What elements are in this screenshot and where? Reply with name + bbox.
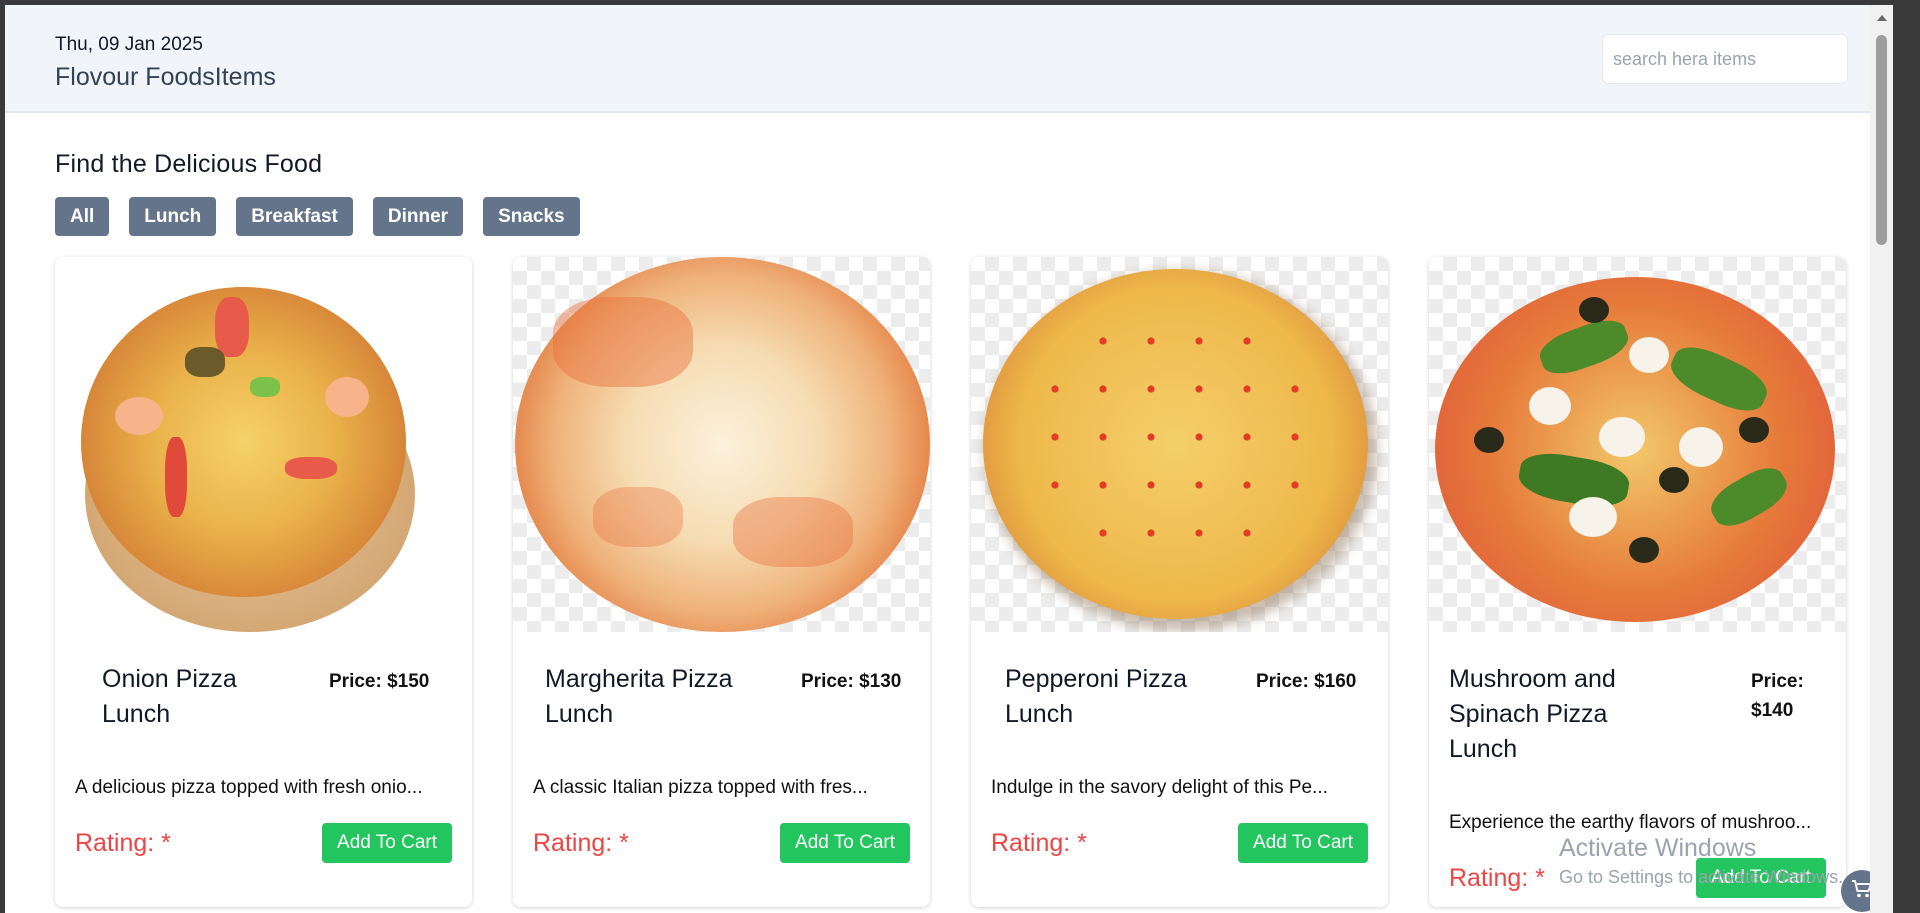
food-image (513, 257, 930, 632)
food-description: Indulge in the savory delight of this Pe… (991, 777, 1328, 798)
add-to-cart-button[interactable]: Add To Cart (780, 823, 910, 863)
browser-window: Thu, 09 Jan 2025 Flovour FoodsItems Find… (5, 5, 1893, 913)
food-rating: Rating: * (533, 829, 629, 857)
filter-all-button[interactable]: All (55, 197, 110, 236)
food-card: Margherita Pizza Lunch Price: $130 A cla… (513, 257, 930, 907)
brand-title: Flovour FoodsItems (55, 63, 276, 91)
food-rating: Rating: * (75, 829, 171, 857)
filter-snacks-button[interactable]: Snacks (483, 197, 580, 236)
filter-breakfast-button[interactable]: Breakfast (236, 197, 353, 236)
main-content: Find the Delicious Food All Lunch Breakf… (55, 150, 1848, 236)
filter-dinner-button[interactable]: Dinner (372, 197, 464, 236)
food-name: Pepperoni Pizza Lunch (1005, 665, 1188, 728)
food-price: Price: $160 (1256, 671, 1357, 692)
food-card-list: Onion Pizza Lunch Price: $150 A deliciou… (55, 257, 1846, 907)
scroll-up-icon[interactable] (1877, 15, 1887, 21)
food-rating: Rating: * (1449, 864, 1545, 892)
food-image (55, 257, 472, 632)
food-image (971, 257, 1388, 632)
current-date: Thu, 09 Jan 2025 (55, 34, 203, 55)
food-name: Mushroom and Spinach Pizza Lunch (1449, 665, 1616, 763)
food-card: Mushroom and Spinach Pizza Lunch Price: … (1429, 257, 1846, 907)
add-to-cart-button[interactable]: Add To Cart (322, 823, 452, 863)
category-filters: All Lunch Breakfast Dinner Snacks (55, 197, 1848, 236)
food-card: Pepperoni Pizza Lunch Price: $160 Indulg… (971, 257, 1388, 907)
vertical-scrollbar[interactable] (1870, 5, 1893, 913)
search-input[interactable] (1602, 34, 1848, 84)
food-price: Price: $150 (329, 671, 430, 692)
food-card: Onion Pizza Lunch Price: $150 A deliciou… (55, 257, 472, 907)
food-price: Price: $130 (801, 671, 902, 692)
food-rating: Rating: * (991, 829, 1087, 857)
food-description: A delicious pizza topped with fresh onio… (75, 777, 423, 798)
food-price: Price: $140 (1751, 671, 1804, 721)
food-name: Onion Pizza Lunch (102, 665, 237, 728)
food-description: Experience the earthy flavors of mushroo… (1449, 812, 1812, 833)
header: Thu, 09 Jan 2025 Flovour FoodsItems (5, 5, 1893, 113)
add-to-cart-button[interactable]: Add To Cart (1696, 858, 1826, 898)
food-description: A classic Italian pizza topped with fres… (533, 777, 868, 798)
food-name: Margherita Pizza Lunch (545, 665, 733, 728)
food-image (1429, 257, 1846, 632)
add-to-cart-button[interactable]: Add To Cart (1238, 823, 1368, 863)
section-title: Find the Delicious Food (55, 150, 323, 178)
filter-lunch-button[interactable]: Lunch (129, 197, 217, 236)
scrollbar-thumb[interactable] (1876, 35, 1887, 245)
